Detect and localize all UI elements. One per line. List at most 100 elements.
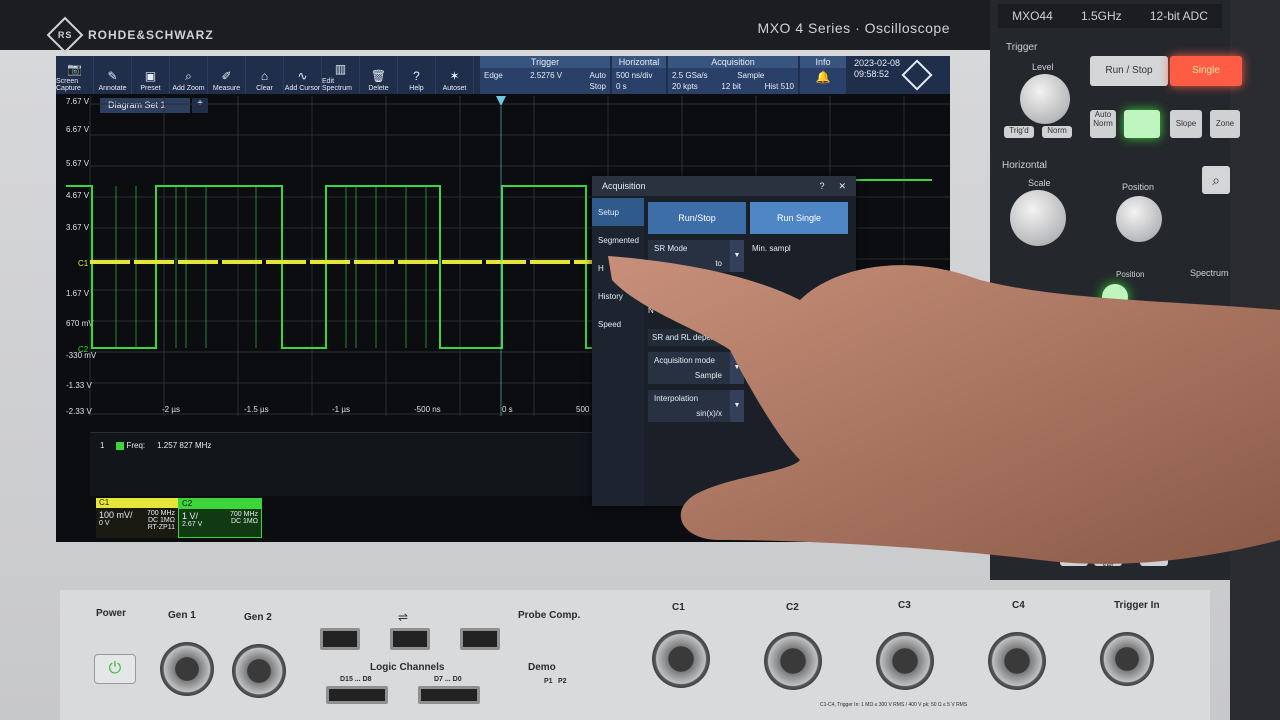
gen1-connector <box>160 642 214 696</box>
power-button[interactable]: ⏻ <box>94 654 136 684</box>
c4-input <box>988 632 1046 690</box>
logic-port-low <box>418 686 480 704</box>
trigger-block[interactable]: Trigger Edge 2.5276 V Auto Stop <box>480 56 610 94</box>
c1-name: C1 <box>96 498 178 508</box>
measurement-panel: 1 Freq: 1.257 827 MHz <box>90 432 596 496</box>
volt-label: -1.33 V <box>66 381 92 390</box>
c2-input <box>764 632 822 690</box>
measurement-row[interactable]: 1 Freq: 1.257 827 MHz <box>90 433 596 458</box>
run-stop-button[interactable]: Run/Stop <box>648 202 746 234</box>
dialog-title-bar[interactable]: Acquisition ? ✕ <box>592 176 856 196</box>
trigger-level-knob[interactable] <box>1020 74 1070 124</box>
clear-icon: ⌂ <box>260 69 269 83</box>
horizontal-position-knob[interactable] <box>1116 196 1162 242</box>
p1-label: P1 <box>544 678 553 685</box>
run-single-button[interactable]: Run Single <box>750 202 848 234</box>
screen-capture-label: Screen Capture <box>56 78 81 92</box>
level-label: Level <box>1032 62 1054 72</box>
spectrum-icon: ▥ <box>334 62 347 76</box>
c2-left: 1 V/ 2.67 V <box>182 511 202 537</box>
screen-capture-button[interactable]: 📷 Screen Capture <box>56 56 94 94</box>
zoom-hw-button[interactable]: ⌕ <box>1202 166 1230 194</box>
zone-button[interactable]: Zone <box>1210 110 1240 138</box>
bell-icon: 🔔 <box>815 70 831 84</box>
series-label: MXO 4 Series · Oscilloscope <box>757 20 950 36</box>
measure-icon: ✐ <box>221 69 232 83</box>
time: 09:58:52 <box>854 69 890 79</box>
single-hw-button[interactable]: Single <box>1170 56 1242 86</box>
slope-button[interactable]: Slope <box>1170 110 1202 138</box>
preset-button[interactable]: ▣ Preset <box>132 56 170 94</box>
horizontal-scale: 500 ns/div <box>616 71 653 80</box>
position-label: Position <box>1122 182 1155 192</box>
clear-button[interactable]: ⌂ Clear <box>246 56 284 94</box>
dialog-controls: ? ✕ <box>819 181 846 192</box>
volt-label: 7.67 V <box>66 97 90 106</box>
channel-c1-box[interactable]: C1 100 mV/ 0 V 700 MHz DC 1MΩ RT-ZP11 <box>96 498 178 538</box>
c1-input-label: C1 <box>672 602 685 613</box>
measure-button[interactable]: ✐ Measure <box>208 56 246 94</box>
brand: RS ROHDE&SCHWARZ <box>46 16 214 54</box>
delete-label: Delete <box>368 85 389 92</box>
brand-logo-letters: RS <box>57 29 73 40</box>
power-label: Power <box>96 608 127 619</box>
help-button[interactable]: ? Help <box>398 56 436 94</box>
help-icon[interactable]: ? <box>819 181 824 192</box>
model: MXO44 <box>1012 9 1053 23</box>
acq-row-2: 20 kpts 12 bit Hist 510 <box>672 81 794 92</box>
channel-c2-box[interactable]: C2 1 V/ 2.67 V 700 MHz DC 1MΩ <box>178 498 262 538</box>
add-cursor-button[interactable]: ∿ Add Cursor <box>284 56 322 94</box>
c1-input <box>652 630 710 688</box>
autoset-button[interactable]: ✶ Autoset <box>436 56 474 94</box>
acq-rate: 2.5 GSa/s <box>672 71 708 80</box>
run-stop-hw-button[interactable]: Run / Stop <box>1090 56 1168 86</box>
annotate-button[interactable]: ✎ Annotate <box>94 56 132 94</box>
time-label: -2 µs <box>162 405 180 414</box>
model-badge: MXO44 1.5GHz 12-bit ADC <box>998 4 1222 28</box>
toolbar-buttons: 📷 Screen Capture ✎ Annotate ▣ Preset ⌕ Add Zoom… <box>56 56 474 94</box>
info-block[interactable]: Info 🔔 <box>800 56 846 94</box>
c3-input-label: C3 <box>898 600 911 611</box>
help-label: Help <box>409 85 424 92</box>
acq-mode: Sample <box>737 71 765 80</box>
volt-label: -2.33 V <box>66 407 92 416</box>
d7-label: D7 ... D0 <box>434 676 462 683</box>
c1-body: 100 mV/ 0 V 700 MHz DC 1MΩ RT-ZP11 <box>96 508 178 538</box>
acq-bits: 12 bit <box>721 82 741 91</box>
acq-hist: Hist 510 <box>764 82 794 91</box>
trigger-in-input <box>1100 632 1154 686</box>
horizontal-position: 0 s <box>616 82 627 91</box>
acquisition-block-title: Acquisition <box>668 56 798 68</box>
edge-button[interactable] <box>1124 110 1160 138</box>
horizontal-block-title: Horizontal <box>612 56 666 68</box>
p2-label: P2 <box>558 678 567 685</box>
add-cursor-label: Add Cursor <box>284 85 321 92</box>
horizontal-section-title: Horizontal <box>1002 160 1048 171</box>
info-block-title: Info <box>800 56 846 68</box>
tab-setup[interactable]: Setup <box>592 198 644 226</box>
gen1-label: Gen 1 <box>168 610 196 621</box>
preset-label: Preset <box>140 85 161 92</box>
close-icon[interactable]: ✕ <box>838 181 846 192</box>
adc: 12-bit ADC <box>1149 9 1208 23</box>
acq-points: 20 kpts <box>672 82 698 91</box>
c1-left: 100 mV/ 0 V <box>99 510 133 536</box>
auto-norm-button[interactable]: Auto Norm <box>1090 110 1116 138</box>
acquisition-block[interactable]: Acquisition 2.5 GSa/s Sample 20 kpts 12 … <box>668 56 798 94</box>
c2-name: C2 <box>179 499 261 509</box>
annotate-label: Annotate <box>98 85 127 92</box>
rs-menu-icon[interactable] <box>901 59 933 91</box>
time-label: -1 µs <box>332 405 350 414</box>
c2-coupling: DC 1MΩ <box>230 518 258 525</box>
delete-button[interactable]: 🗑 Delete <box>360 56 398 94</box>
add-zoom-button[interactable]: ⌕ Add Zoom <box>170 56 208 94</box>
trigd-button[interactable]: Trig'd <box>1004 126 1034 138</box>
c1-bw: 700 MHz <box>146 510 175 517</box>
trigger-block-title: Trigger <box>480 56 610 68</box>
norm-indicator: Norm <box>1042 126 1072 138</box>
horizontal-scale-knob[interactable] <box>1010 190 1066 246</box>
horizontal-block[interactable]: Horizontal 500 ns/div 0 s <box>612 56 666 94</box>
logic-channels-label: Logic Channels <box>370 662 445 673</box>
edit-spectrum-button[interactable]: ▥ Edit Spectrum <box>322 56 360 94</box>
clear-label: Clear <box>256 85 273 92</box>
